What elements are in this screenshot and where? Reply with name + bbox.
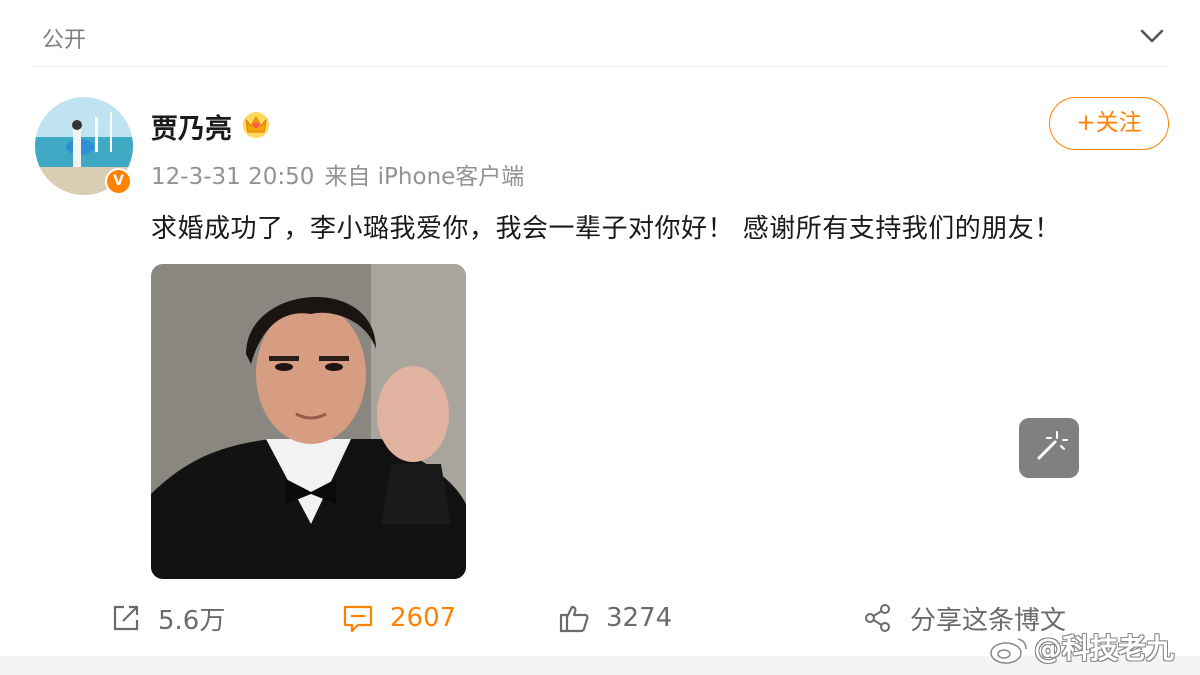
repost-icon (113, 605, 139, 631)
header-divider (32, 66, 1168, 67)
repost-button[interactable]: 5.6万 (110, 596, 225, 640)
magic-wand-button[interactable] (1019, 418, 1079, 478)
post-header-bar: 公开 (0, 0, 1200, 67)
visibility-label: 公开 (42, 28, 87, 53)
thumbs-up-icon (559, 605, 589, 633)
comment-icon (343, 605, 373, 633)
share-icon (865, 604, 890, 632)
like-count: 3274 (606, 603, 673, 633)
like-button[interactable]: 3274 (558, 596, 672, 640)
watermark-text: @科技老九 (1034, 632, 1175, 665)
author-name[interactable]: 贾乃亮 (151, 107, 232, 146)
repost-count: 5.6万 (158, 605, 226, 636)
comment-count: 2607 (390, 603, 457, 633)
weibo-logo-icon (990, 638, 1027, 664)
verified-badge-icon: V (105, 168, 132, 195)
magic-wand-icon (1037, 431, 1068, 460)
chevron-down-icon[interactable] (1138, 24, 1166, 48)
post-time[interactable]: 12-3-31 20:50 (151, 164, 314, 190)
follow-button[interactable]: +关注 (1049, 97, 1169, 150)
post-text: 求婚成功了，李小璐我爱你，我会一辈子对你好！ 感谢所有支持我们的朋友！ (151, 214, 1061, 244)
crown-icon (243, 112, 269, 138)
post-source: 来自 iPhone客户端 (324, 164, 525, 190)
comment-button[interactable]: 2607 (342, 596, 456, 640)
post-meta: 12-3-31 20:50 来自 iPhone客户端 (151, 157, 534, 191)
post-image[interactable] (151, 264, 466, 579)
